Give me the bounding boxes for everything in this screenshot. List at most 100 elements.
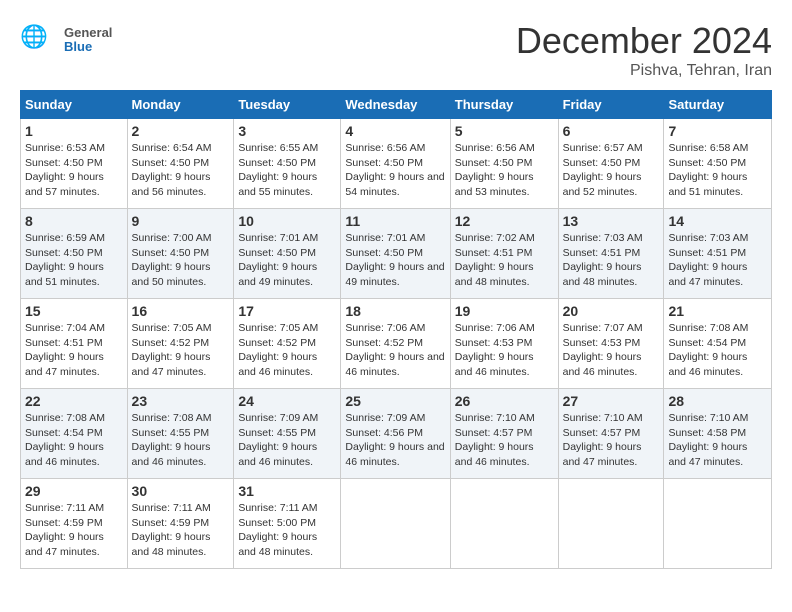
sunset: Sunset: 4:50 PM: [132, 246, 230, 261]
sunrise: Sunrise: 7:02 AM: [455, 231, 554, 246]
day-24: 24 Sunrise: 7:09 AM Sunset: 4:55 PM Dayl…: [234, 389, 341, 479]
day-28: 28 Sunrise: 7:10 AM Sunset: 4:58 PM Dayl…: [664, 389, 772, 479]
day-8: 8 Sunrise: 6:59 AM Sunset: 4:50 PM Dayli…: [21, 209, 128, 299]
sunrise: Sunrise: 7:10 AM: [668, 411, 767, 426]
col-thursday: Thursday: [450, 91, 558, 119]
day-number: 18: [345, 303, 445, 319]
day-number: 31: [238, 483, 336, 499]
day-9: 9 Sunrise: 7:00 AM Sunset: 4:50 PM Dayli…: [127, 209, 234, 299]
sunset: Sunset: 4:50 PM: [345, 246, 445, 261]
day-info: Sunrise: 7:06 AM Sunset: 4:52 PM Dayligh…: [345, 321, 445, 380]
col-monday: Monday: [127, 91, 234, 119]
day-number: 25: [345, 393, 445, 409]
page-container: 🌐 General Blue December 2024 Pishva, Teh…: [20, 20, 772, 569]
day-27: 27 Sunrise: 7:10 AM Sunset: 4:57 PM Dayl…: [558, 389, 664, 479]
day-19: 19 Sunrise: 7:06 AM Sunset: 4:53 PM Dayl…: [450, 299, 558, 389]
sunrise: Sunrise: 7:10 AM: [563, 411, 660, 426]
sunrise: Sunrise: 7:07 AM: [563, 321, 660, 336]
sunrise: Sunrise: 7:00 AM: [132, 231, 230, 246]
sunset: Sunset: 4:57 PM: [563, 426, 660, 441]
day-info: Sunrise: 7:05 AM Sunset: 4:52 PM Dayligh…: [132, 321, 230, 380]
day-info: Sunrise: 7:05 AM Sunset: 4:52 PM Dayligh…: [238, 321, 336, 380]
sunrise: Sunrise: 6:58 AM: [668, 141, 767, 156]
sunset: Sunset: 4:54 PM: [25, 426, 123, 441]
daylight: Daylight: 9 hours and 47 minutes.: [132, 350, 230, 379]
daylight: Daylight: 9 hours and 56 minutes.: [132, 170, 230, 199]
day-info: Sunrise: 7:11 AM Sunset: 5:00 PM Dayligh…: [238, 501, 336, 560]
daylight: Daylight: 9 hours and 47 minutes.: [25, 530, 123, 559]
daylight: Daylight: 9 hours and 48 minutes.: [238, 530, 336, 559]
day-number: 11: [345, 213, 445, 229]
sunrise: Sunrise: 7:09 AM: [238, 411, 336, 426]
sunset: Sunset: 4:53 PM: [455, 336, 554, 351]
sunset: Sunset: 4:52 PM: [238, 336, 336, 351]
col-sunday: Sunday: [21, 91, 128, 119]
daylight: Daylight: 9 hours and 47 minutes.: [668, 260, 767, 289]
day-info: Sunrise: 7:01 AM Sunset: 4:50 PM Dayligh…: [238, 231, 336, 290]
sunset: Sunset: 4:50 PM: [345, 156, 445, 171]
daylight: Daylight: 9 hours and 48 minutes.: [455, 260, 554, 289]
sunrise: Sunrise: 7:09 AM: [345, 411, 445, 426]
day-info: Sunrise: 6:53 AM Sunset: 4:50 PM Dayligh…: [25, 141, 123, 200]
day-info: Sunrise: 6:57 AM Sunset: 4:50 PM Dayligh…: [563, 141, 660, 200]
sunset: Sunset: 4:50 PM: [238, 246, 336, 261]
sunset: Sunset: 4:51 PM: [563, 246, 660, 261]
day-5: 5 Sunrise: 6:56 AM Sunset: 4:50 PM Dayli…: [450, 119, 558, 209]
sunrise: Sunrise: 7:06 AM: [345, 321, 445, 336]
day-10: 10 Sunrise: 7:01 AM Sunset: 4:50 PM Dayl…: [234, 209, 341, 299]
sunset: Sunset: 4:50 PM: [25, 156, 123, 171]
sunrise: Sunrise: 6:53 AM: [25, 141, 123, 156]
day-number: 19: [455, 303, 554, 319]
sunset: Sunset: 4:56 PM: [345, 426, 445, 441]
day-22: 22 Sunrise: 7:08 AM Sunset: 4:54 PM Dayl…: [21, 389, 128, 479]
day-number: 21: [668, 303, 767, 319]
day-info: Sunrise: 6:59 AM Sunset: 4:50 PM Dayligh…: [25, 231, 123, 290]
day-6: 6 Sunrise: 6:57 AM Sunset: 4:50 PM Dayli…: [558, 119, 664, 209]
sunset: Sunset: 4:55 PM: [132, 426, 230, 441]
logo-text: General Blue: [64, 26, 112, 55]
day-info: Sunrise: 7:08 AM Sunset: 4:54 PM Dayligh…: [668, 321, 767, 380]
sunset: Sunset: 4:52 PM: [345, 336, 445, 351]
day-18: 18 Sunrise: 7:06 AM Sunset: 4:52 PM Dayl…: [341, 299, 450, 389]
day-info: Sunrise: 7:10 AM Sunset: 4:57 PM Dayligh…: [455, 411, 554, 470]
title-block: December 2024 Pishva, Tehran, Iran: [516, 20, 772, 80]
sunrise: Sunrise: 6:59 AM: [25, 231, 123, 246]
sunrise: Sunrise: 7:08 AM: [668, 321, 767, 336]
day-number: 10: [238, 213, 336, 229]
day-number: 12: [455, 213, 554, 229]
daylight: Daylight: 9 hours and 46 minutes.: [455, 440, 554, 469]
header: 🌐 General Blue December 2024 Pishva, Teh…: [20, 20, 772, 80]
day-info: Sunrise: 7:07 AM Sunset: 4:53 PM Dayligh…: [563, 321, 660, 380]
day-info: Sunrise: 7:03 AM Sunset: 4:51 PM Dayligh…: [668, 231, 767, 290]
sunrise: Sunrise: 7:03 AM: [563, 231, 660, 246]
sunset: Sunset: 4:58 PM: [668, 426, 767, 441]
sunset: Sunset: 4:51 PM: [455, 246, 554, 261]
empty-cell-4-3: [341, 479, 450, 569]
day-number: 2: [132, 123, 230, 139]
logo: 🌐 General Blue: [20, 20, 112, 60]
day-13: 13 Sunrise: 7:03 AM Sunset: 4:51 PM Dayl…: [558, 209, 664, 299]
sunset: Sunset: 4:50 PM: [132, 156, 230, 171]
daylight: Daylight: 9 hours and 46 minutes.: [563, 350, 660, 379]
daylight: Daylight: 9 hours and 47 minutes.: [563, 440, 660, 469]
day-15: 15 Sunrise: 7:04 AM Sunset: 4:51 PM Dayl…: [21, 299, 128, 389]
sunrise: Sunrise: 7:11 AM: [238, 501, 336, 516]
daylight: Daylight: 9 hours and 49 minutes.: [238, 260, 336, 289]
day-number: 5: [455, 123, 554, 139]
day-info: Sunrise: 7:08 AM Sunset: 4:54 PM Dayligh…: [25, 411, 123, 470]
sunset: Sunset: 4:54 PM: [668, 336, 767, 351]
day-info: Sunrise: 6:56 AM Sunset: 4:50 PM Dayligh…: [345, 141, 445, 200]
sunset: Sunset: 4:51 PM: [25, 336, 123, 351]
sunset: Sunset: 4:50 PM: [238, 156, 336, 171]
sunrise: Sunrise: 7:08 AM: [25, 411, 123, 426]
day-number: 3: [238, 123, 336, 139]
day-info: Sunrise: 7:11 AM Sunset: 4:59 PM Dayligh…: [25, 501, 123, 560]
sunset: Sunset: 5:00 PM: [238, 516, 336, 531]
day-number: 27: [563, 393, 660, 409]
day-number: 17: [238, 303, 336, 319]
day-3: 3 Sunrise: 6:55 AM Sunset: 4:50 PM Dayli…: [234, 119, 341, 209]
day-info: Sunrise: 7:02 AM Sunset: 4:51 PM Dayligh…: [455, 231, 554, 290]
day-info: Sunrise: 6:58 AM Sunset: 4:50 PM Dayligh…: [668, 141, 767, 200]
sunset: Sunset: 4:55 PM: [238, 426, 336, 441]
sunset: Sunset: 4:59 PM: [25, 516, 123, 531]
